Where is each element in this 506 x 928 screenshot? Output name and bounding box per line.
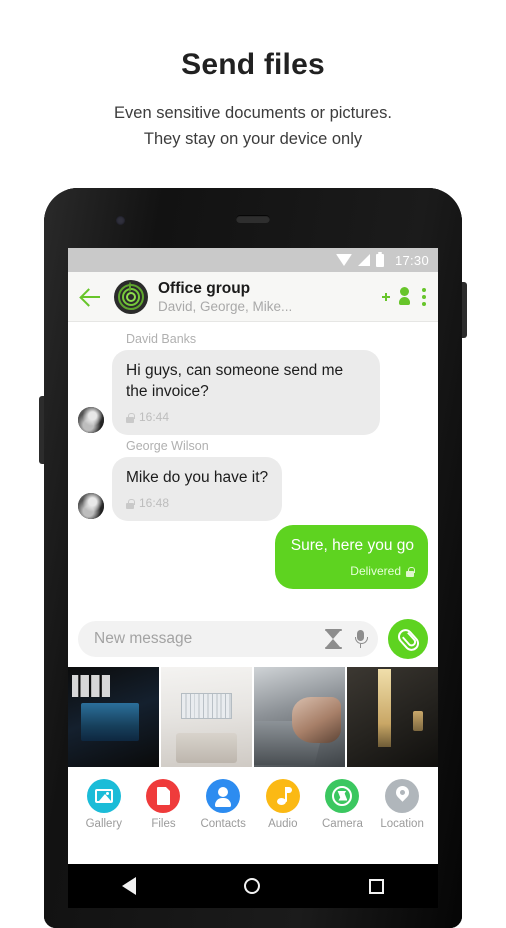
option-label: Files xyxy=(151,817,176,830)
signal-icon xyxy=(357,254,370,266)
nav-home-icon[interactable] xyxy=(244,878,261,894)
android-nav-bar xyxy=(68,864,438,908)
option-label: Camera xyxy=(322,817,363,830)
message-composer: New message xyxy=(68,611,438,667)
attachment-options: Gallery Files Contacts Audio Camera Loca… xyxy=(68,767,438,837)
message-meta: 16:48 xyxy=(126,493,268,514)
lock-icon xyxy=(406,566,415,577)
message-meta: Delivered xyxy=(291,561,415,582)
contact-icon xyxy=(206,778,241,813)
music-note-icon xyxy=(265,778,300,813)
option-label: Audio xyxy=(268,817,298,830)
thumb-laptop-hands[interactable] xyxy=(254,667,345,767)
message-time: 16:48 xyxy=(139,496,170,510)
message-row: George Wilson Mike do you have it? 16:48 xyxy=(68,439,438,521)
earpiece-speaker xyxy=(236,215,270,223)
message-block: George Wilson Mike do you have it? 16:48 xyxy=(112,439,283,521)
conversation-members: David, George, Mike... xyxy=(158,298,293,314)
message-block: David Banks Hi guys, can someone send me… xyxy=(112,332,380,435)
lock-icon xyxy=(126,498,135,509)
message-bubble[interactable]: Mike do you have it? 16:48 xyxy=(112,457,283,521)
option-label: Location xyxy=(380,817,424,830)
group-avatar-icon[interactable] xyxy=(114,280,148,314)
lock-icon xyxy=(126,412,135,423)
front-camera-icon xyxy=(116,216,125,225)
avatar[interactable] xyxy=(78,493,104,519)
wifi-icon xyxy=(335,254,352,266)
app-bar: Office group David, George, Mike... xyxy=(68,272,438,322)
message-bubble[interactable]: Hi guys, can someone send me the invoice… xyxy=(112,350,380,435)
option-files[interactable]: Files xyxy=(136,778,190,830)
status-time: 17:30 xyxy=(394,252,429,268)
option-contacts[interactable]: Contacts xyxy=(196,778,250,830)
volume-button[interactable] xyxy=(39,396,44,464)
attach-button[interactable] xyxy=(388,619,428,659)
message-sender: David Banks xyxy=(126,332,197,346)
message-block: Sure, here you go Delivered xyxy=(274,525,428,589)
option-location[interactable]: Location xyxy=(375,778,429,830)
message-text: Sure, here you go xyxy=(290,537,414,554)
add-person-icon[interactable] xyxy=(382,286,410,308)
file-icon xyxy=(146,778,181,813)
nav-back-icon[interactable] xyxy=(122,877,137,895)
message-list[interactable]: David Banks Hi guys, can someone send me… xyxy=(68,322,438,611)
new-message-input[interactable]: New message xyxy=(78,621,378,657)
power-button[interactable] xyxy=(462,282,467,338)
message-status: Delivered xyxy=(350,564,401,578)
option-label: Gallery xyxy=(85,817,123,830)
paperclip-icon xyxy=(394,626,423,654)
promo-header: Send files Even sensitive documents or p… xyxy=(0,0,506,152)
option-label: Contacts xyxy=(200,817,246,830)
option-camera[interactable]: Camera xyxy=(315,778,369,830)
new-message-placeholder: New message xyxy=(94,630,193,647)
promo-subtitle: Even sensitive documents or pictures. Th… xyxy=(0,82,506,152)
message-text: Mike do you have it? xyxy=(126,469,269,486)
message-text: Hi guys, can someone send me the invoice… xyxy=(126,362,344,400)
status-bar: 17:30 xyxy=(68,248,438,272)
message-row: David Banks Hi guys, can someone send me… xyxy=(68,332,438,435)
phone-device: 17:30 Office group David, George, Mike..… xyxy=(39,188,467,928)
status-icons: 17:30 xyxy=(335,251,429,268)
location-pin-icon xyxy=(385,778,420,813)
overflow-menu-icon[interactable] xyxy=(422,288,426,306)
message-sender: George Wilson xyxy=(126,439,209,453)
promo-subtitle-line-2: They stay on your device only xyxy=(143,130,363,148)
conversation-title: Office group xyxy=(158,279,251,297)
promo-screenshot: Send files Even sensitive documents or p… xyxy=(0,0,506,928)
photo-strip[interactable] xyxy=(68,667,438,767)
battery-icon xyxy=(375,251,384,267)
microphone-icon[interactable] xyxy=(355,630,368,648)
message-time: 16:44 xyxy=(139,410,170,424)
phone-screen: 17:30 Office group David, George, Mike..… xyxy=(68,248,438,864)
message-bubble[interactable]: Sure, here you go Delivered xyxy=(274,525,428,589)
conversation-titles[interactable]: Office group David, George, Mike... xyxy=(158,280,384,315)
camera-icon xyxy=(325,778,360,813)
thumb-doorway-light[interactable] xyxy=(347,667,438,767)
message-row: Sure, here you go Delivered xyxy=(68,525,438,589)
avatar[interactable] xyxy=(78,407,104,433)
option-gallery[interactable]: Gallery xyxy=(77,778,131,830)
page-title: Send files xyxy=(181,48,325,81)
hourglass-icon[interactable] xyxy=(325,629,342,649)
thumb-office-interior[interactable] xyxy=(161,667,252,767)
thumb-work-poster[interactable] xyxy=(68,667,159,767)
gallery-icon xyxy=(86,778,121,813)
back-arrow-icon[interactable] xyxy=(80,286,102,308)
nav-recents-icon[interactable] xyxy=(368,878,384,894)
option-audio[interactable]: Audio xyxy=(256,778,310,830)
promo-subtitle-line-1: Even sensitive documents or pictures. xyxy=(114,104,392,122)
message-meta: 16:44 xyxy=(126,407,366,428)
